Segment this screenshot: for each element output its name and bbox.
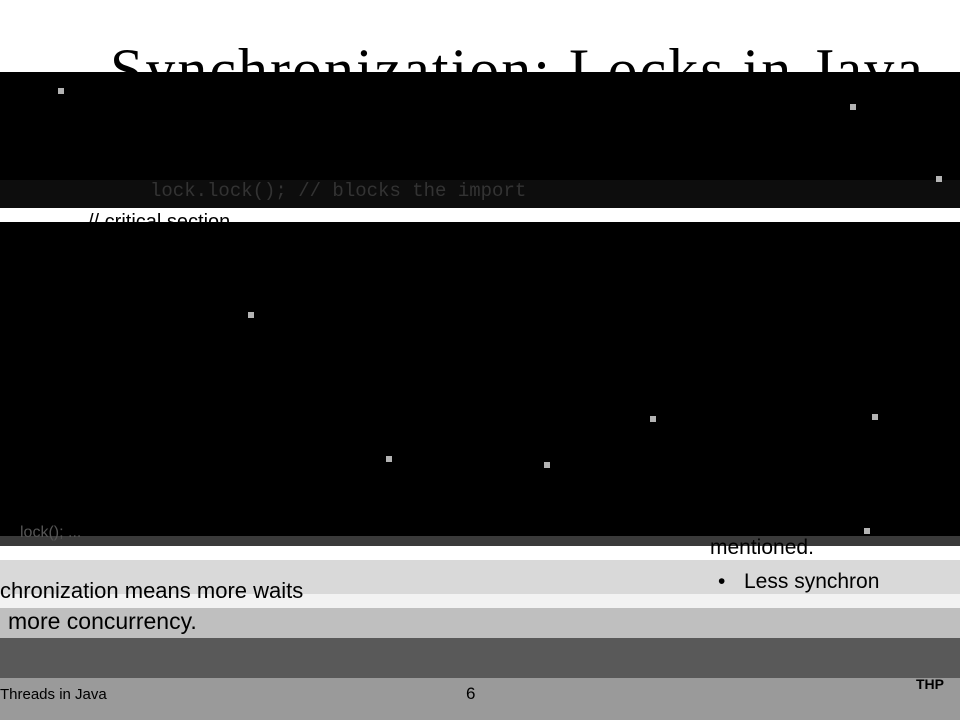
body-text-meaning: chronization means more waits [0, 578, 304, 603]
noise-speck [58, 88, 64, 94]
noise-speck [864, 528, 870, 534]
noise-speck [936, 176, 942, 182]
code-line: lock.lock(); // blocks the import [150, 180, 527, 202]
footer-title: Threads in Java [0, 686, 107, 703]
bullet-item: • Less synchron [718, 570, 960, 598]
body-text-mentioned: mentioned. [710, 536, 814, 559]
footer-logo-text: THP [916, 676, 944, 692]
noise-speck [544, 462, 550, 468]
presentation-slide: Synchronization: Locks in Java lock.lock… [0, 0, 960, 720]
title-overlay-band [0, 72, 960, 190]
noise-speck [650, 416, 656, 422]
noise-speck [248, 312, 254, 318]
content-area [0, 222, 960, 540]
page-number: 6 [466, 684, 476, 703]
body-text-concurrency: more concurrency. [8, 608, 197, 634]
bullet-icon: • [718, 570, 726, 593]
noise-speck [386, 456, 392, 462]
noise-speck [872, 414, 878, 420]
bullet-text: Less synchron [744, 570, 880, 593]
text-band [0, 638, 960, 678]
code-snippet: lock(); ... [20, 524, 82, 541]
noise-speck [850, 104, 856, 110]
